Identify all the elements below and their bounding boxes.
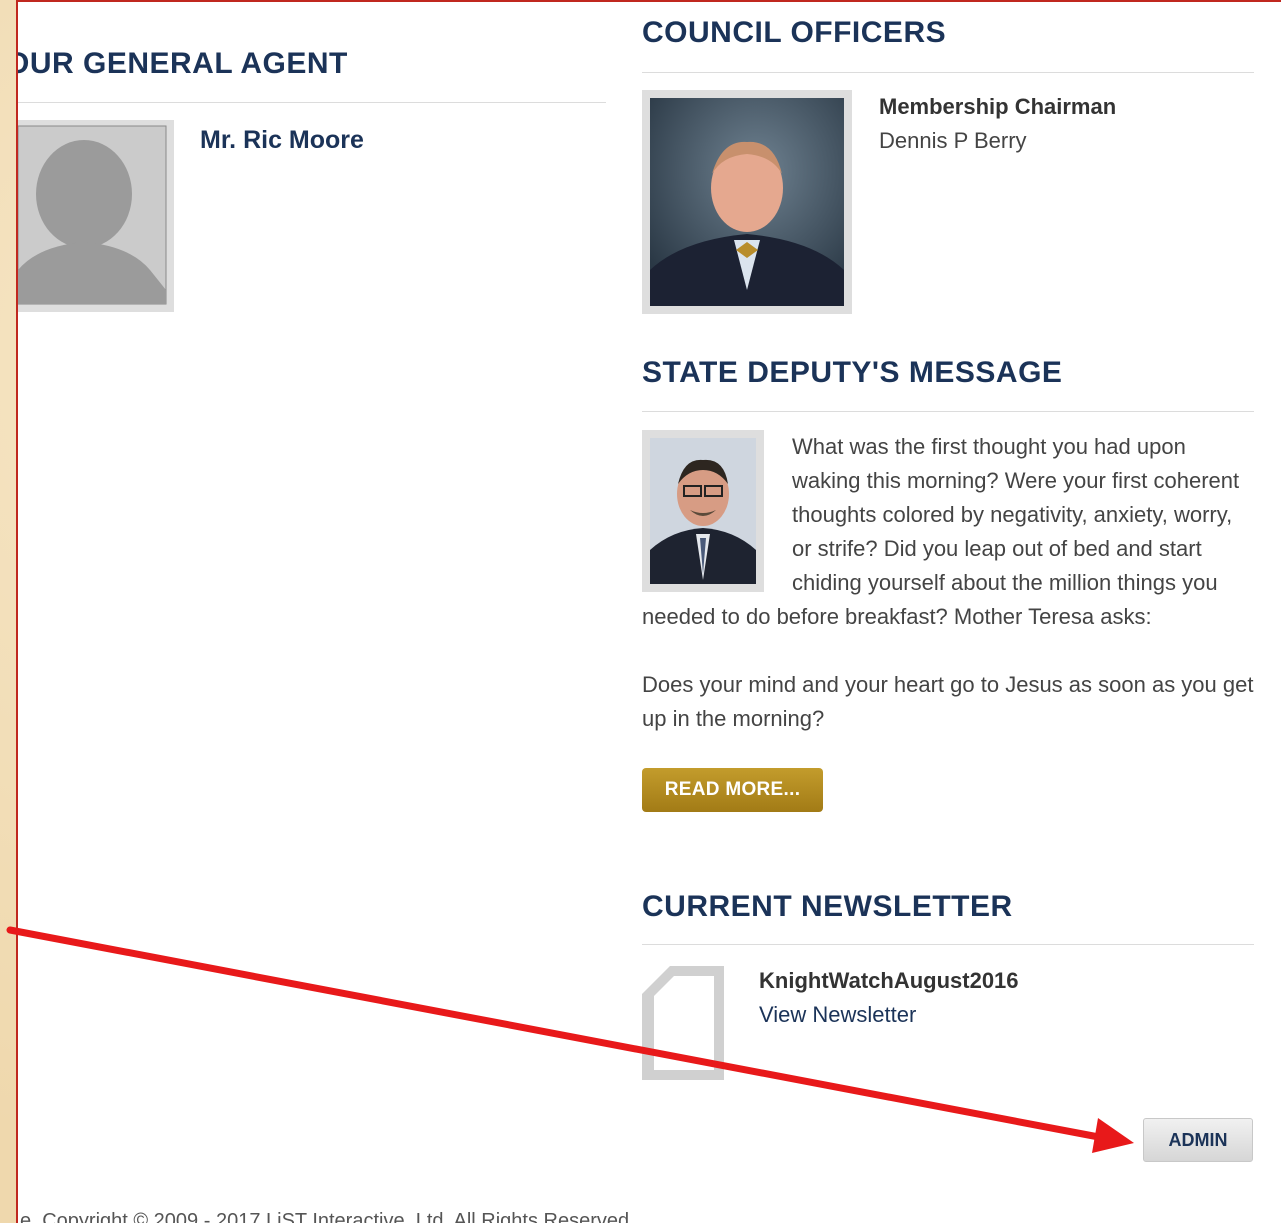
officer-name[interactable]: Dennis P Berry <box>879 128 1027 154</box>
message-paragraph-2: Does your mind and your heart go to Jesu… <box>642 672 1254 731</box>
officer-role: Membership Chairman <box>879 94 1117 119</box>
footer-copyright: e. Copyright © 2009 - 2017 LiST Interact… <box>20 1210 630 1223</box>
deputy-photo <box>650 438 756 584</box>
officer-photo-frame <box>642 90 852 314</box>
content-panel: OUR GENERAL AGENT Mr. Ric Moore COUNCIL … <box>16 0 1281 1223</box>
admin-button[interactable]: ADMIN <box>1143 1118 1253 1162</box>
council-officers-heading: COUNCIL OFFICERS <box>642 16 947 49</box>
newsletter-title: KnightWatchAugust2016 <box>759 968 1019 993</box>
general-agent-heading: OUR GENERAL AGENT <box>16 47 348 80</box>
officer-photo <box>650 98 844 306</box>
newsletter-heading: CURRENT NEWSLETTER <box>642 890 1013 923</box>
deputy-photo-frame <box>642 430 764 592</box>
agent-photo-frame <box>18 120 174 312</box>
general-agent-divider <box>18 102 606 103</box>
newsletter-divider <box>642 944 1254 945</box>
document-icon <box>642 966 724 1080</box>
state-deputy-divider <box>642 411 1254 412</box>
state-deputy-heading: STATE DEPUTY'S MESSAGE <box>642 356 1063 389</box>
view-newsletter-link[interactable]: View Newsletter <box>759 1002 916 1028</box>
read-more-button[interactable]: READ MORE... <box>642 768 823 812</box>
state-deputy-message: What was the first thought you had upon … <box>642 430 1257 736</box>
council-officers-divider <box>642 72 1254 73</box>
avatar-placeholder-icon <box>18 125 167 305</box>
general-agent-name[interactable]: Mr. Ric Moore <box>200 126 364 155</box>
